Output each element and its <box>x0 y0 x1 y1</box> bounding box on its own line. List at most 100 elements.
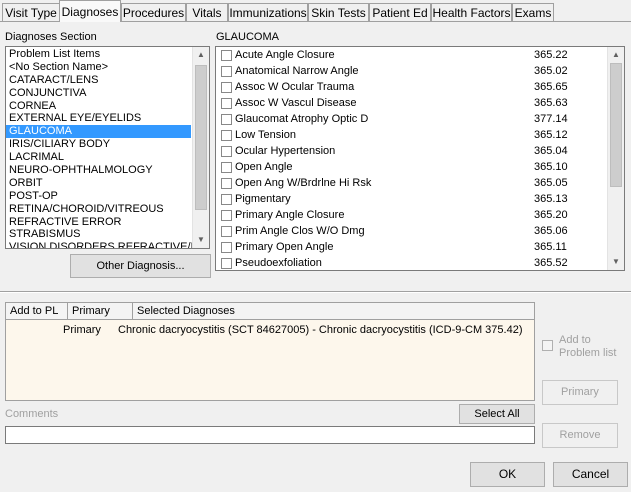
diagnosis-checkbox[interactable] <box>221 82 232 93</box>
diagnosis-checkbox[interactable] <box>221 258 232 269</box>
diagnosis-checkbox[interactable] <box>221 178 232 189</box>
diagnosis-name: Assoc W Ocular Trauma <box>235 81 355 93</box>
list-item[interactable]: LACRIMAL <box>6 151 209 164</box>
list-item[interactable]: GLAUCOMA <box>6 125 191 139</box>
column-header-primary[interactable]: Primary <box>68 303 133 320</box>
column-header-add-to-pl[interactable]: Add to PL <box>6 303 68 320</box>
list-item[interactable]: ORBIT <box>6 177 209 190</box>
diagnosis-code: 365.10 <box>534 161 568 173</box>
tab-diagnoses[interactable]: Diagnoses <box>59 0 121 22</box>
list-item[interactable]: Problem List Items <box>6 48 209 61</box>
diagnosis-name: Assoc W Vascul Disease <box>235 97 357 109</box>
diagnosis-name: Acute Angle Closure <box>235 49 335 61</box>
diagnosis-row[interactable]: Primary Angle Closure 365.20 <box>216 208 606 224</box>
diagnosis-code: 365.05 <box>534 177 568 189</box>
list-item[interactable]: REFRACTIVE ERROR <box>6 216 209 229</box>
ok-button[interactable]: OK <box>470 462 545 487</box>
diagnoses-section-list[interactable]: Problem List Items <No Section Name> CATAR… <box>5 46 210 249</box>
list-item[interactable]: RETINA/CHOROID/VITREOUS <box>6 203 209 216</box>
scroll-up-arrow-icon[interactable]: ▲ <box>193 47 209 63</box>
diagnosis-checkbox[interactable] <box>221 226 232 237</box>
diagnosis-name: Glaucomat Atrophy Optic D <box>235 113 369 125</box>
tab-exams[interactable]: Exams <box>512 3 554 21</box>
diagnosis-row[interactable]: Pigmentary 365.13 <box>216 192 606 208</box>
diagnosis-checkbox[interactable] <box>221 194 232 205</box>
diagnosis-checkbox[interactable] <box>221 130 232 141</box>
list-item[interactable]: CORNEA <box>6 100 209 113</box>
diagnosis-checkbox[interactable] <box>221 50 232 61</box>
diagnosis-code: 365.65 <box>534 81 568 93</box>
cancel-button[interactable]: Cancel <box>553 462 628 487</box>
diagnosis-checkbox[interactable] <box>221 210 232 221</box>
diagnosis-name: Ocular Hypertension <box>235 145 336 157</box>
select-all-button[interactable]: Select All <box>459 404 535 424</box>
diagnosis-code: 365.02 <box>534 65 568 77</box>
diagnosis-row[interactable]: Assoc W Ocular Trauma 365.65 <box>216 80 606 96</box>
diagnosis-checkbox[interactable] <box>221 162 232 173</box>
list-item[interactable]: CONJUNCTIVA <box>6 87 209 100</box>
diagnosis-checkbox[interactable] <box>221 66 232 77</box>
diagnosis-row[interactable]: Low Tension 365.12 <box>216 128 606 144</box>
list-item[interactable]: VISION DISORDERS REFRACTIVE/I <box>6 241 209 248</box>
section-divider <box>0 291 631 293</box>
diagnoses-group-title: GLAUCOMA <box>216 31 279 43</box>
comments-label: Comments <box>5 408 59 420</box>
add-to-problem-list-label: Add to Problem list <box>559 334 617 359</box>
diagnosis-name: Open Ang W/Brdrlne Hi Rsk <box>235 177 372 189</box>
diagnosis-row[interactable]: Acute Angle Closure 365.22 <box>216 48 606 64</box>
diagnosis-name: Open Angle <box>235 161 293 173</box>
tab-immunizations[interactable]: Immunizations <box>228 3 308 21</box>
diagnosis-code: 365.04 <box>534 145 568 157</box>
tab-visit-type[interactable]: Visit Type <box>2 3 60 21</box>
scroll-thumb[interactable] <box>610 63 622 187</box>
section-list-scrollbar[interactable]: ▲ ▼ <box>192 47 209 248</box>
diagnosis-code: 365.22 <box>534 49 568 61</box>
diagnosis-name: Primary Open Angle <box>235 241 334 253</box>
list-item[interactable]: <No Section Name> <box>6 61 209 74</box>
diagnosis-row[interactable]: Assoc W Vascul Disease 365.63 <box>216 96 606 112</box>
add-to-problem-list-checkbox[interactable] <box>542 340 553 351</box>
tab-skin-tests[interactable]: Skin Tests <box>308 3 369 21</box>
diagnosis-row[interactable]: Prim Angle Clos W/O Dmg 365.06 <box>216 224 606 240</box>
diagnosis-name: Primary Angle Closure <box>235 209 345 221</box>
comments-field[interactable] <box>5 426 535 444</box>
diagnosis-checkbox[interactable] <box>221 98 232 109</box>
diagnosis-row[interactable]: Glaucomat Atrophy Optic D 377.14 <box>216 112 606 128</box>
diagnosis-row[interactable]: Anatomical Narrow Angle 365.02 <box>216 64 606 80</box>
diagnosis-row[interactable]: Pseudoexfoliation 365.52 <box>216 256 606 270</box>
tab-bar: Visit Type Diagnoses Procedures Vitals I… <box>0 0 631 22</box>
remove-button[interactable]: Remove <box>542 423 618 448</box>
scroll-up-arrow-icon[interactable]: ▲ <box>608 47 624 63</box>
column-header-selected-diagnoses[interactable]: Selected Diagnoses <box>133 303 534 320</box>
diagnosis-checkbox[interactable] <box>221 242 232 253</box>
diagnosis-row[interactable]: Open Angle 365.10 <box>216 160 606 176</box>
scroll-down-arrow-icon[interactable]: ▼ <box>608 254 624 270</box>
list-item[interactable]: EXTERNAL EYE/EYELIDS <box>6 112 209 125</box>
diagnosis-name: Low Tension <box>235 129 296 141</box>
diagnosis-row[interactable]: Ocular Hypertension 365.04 <box>216 144 606 160</box>
other-diagnosis-button[interactable]: Other Diagnosis... <box>70 254 211 278</box>
scroll-thumb[interactable] <box>195 65 207 210</box>
list-item[interactable]: IRIS/CILIARY BODY <box>6 138 209 151</box>
list-item[interactable]: POST-OP <box>6 190 209 203</box>
diagnosis-checkbox[interactable] <box>221 114 232 125</box>
diagnosis-code: 365.13 <box>534 193 568 205</box>
tab-health-factors[interactable]: Health Factors <box>431 3 512 21</box>
primary-button[interactable]: Primary <box>542 380 618 405</box>
diagnosis-row[interactable]: Open Ang W/Brdrlne Hi Rsk 365.05 <box>216 176 606 192</box>
list-item[interactable]: NEURO-OPHTHALMOLOGY <box>6 164 209 177</box>
diagnosis-row[interactable]: Primary Open Angle 365.11 <box>216 240 606 256</box>
diagnosis-checklist[interactable]: Acute Angle Closure 365.22 Anatomical Narr… <box>215 46 625 271</box>
selected-diagnoses-grid[interactable]: Add to PL Primary Selected Diagnoses Pri… <box>5 302 535 401</box>
diagnosis-list-scrollbar[interactable]: ▲ ▼ <box>607 47 624 270</box>
tab-procedures[interactable]: Procedures <box>121 3 186 21</box>
diagnosis-checkbox[interactable] <box>221 146 232 157</box>
list-item[interactable]: CATARACT/LENS <box>6 74 209 87</box>
tab-vitals[interactable]: Vitals <box>186 3 228 21</box>
scroll-down-arrow-icon[interactable]: ▼ <box>193 232 209 248</box>
list-item[interactable]: STRABISMUS <box>6 228 209 241</box>
tab-patient-ed[interactable]: Patient Ed <box>369 3 431 21</box>
section-list-items: Problem List Items <No Section Name> CATAR… <box>6 47 209 248</box>
diagnosis-name: Pseudoexfoliation <box>235 257 322 269</box>
diagnosis-code: 365.63 <box>534 97 568 109</box>
